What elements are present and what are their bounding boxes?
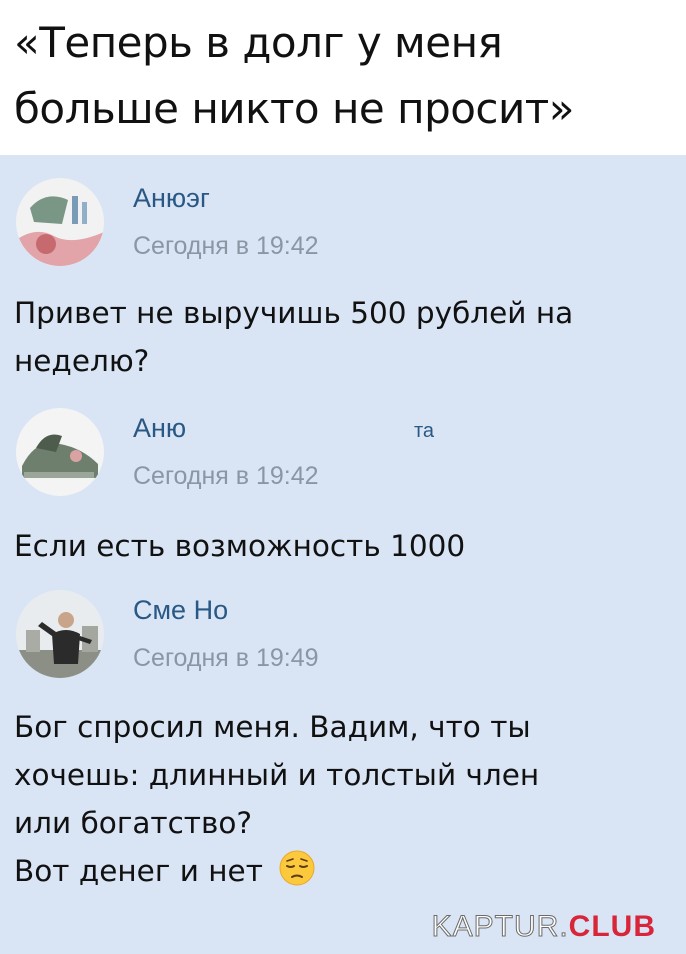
author-name[interactable]: Анюэг xyxy=(133,183,210,214)
caption-header: «Теперь в долг у меня больше никто не пр… xyxy=(0,0,686,155)
watermark-main: KAPTUR. xyxy=(431,910,569,944)
message-item: Аню та Сегодня в 19:42 Если есть возможн… xyxy=(0,400,686,578)
avatar[interactable] xyxy=(16,178,104,266)
message-text-line: Бог спросил меня. Вадим, что ты xyxy=(14,710,531,744)
avatar-photo-icon xyxy=(16,590,104,678)
watermark-logo: KAPTUR.CLUB xyxy=(431,910,656,944)
message-text: Если есть возможность 1000 xyxy=(14,522,664,570)
message-time: Сегодня в 19:42 xyxy=(133,462,319,490)
author-name[interactable]: Сме Но xyxy=(133,595,228,626)
message-time: Сегодня в 19:49 xyxy=(133,644,319,672)
message-text-line: Если есть возможность 1000 xyxy=(14,529,466,563)
avatar[interactable] xyxy=(16,408,104,496)
avatar-photo-icon xyxy=(16,408,104,496)
message-time: Сегодня в 19:42 xyxy=(133,232,319,260)
message-text-line: Привет не выручишь 500 рублей на xyxy=(14,296,574,330)
avatar-photo-icon xyxy=(16,178,104,266)
message-text-line: или богатство? xyxy=(14,806,253,840)
caption-title: «Теперь в долг у меня больше никто не пр… xyxy=(14,18,574,133)
pensive-face-icon xyxy=(278,849,316,901)
chat-area: Анюэг Сегодня в 19:42 Привет не выручишь… xyxy=(0,155,686,954)
message-text-line: неделю? xyxy=(14,344,150,378)
watermark-accent: CLUB xyxy=(568,910,656,943)
message-text-line-last: Вот денег и нет xyxy=(14,847,664,901)
message-text: Бог спросил меня. Вадим, что ты хочешь: … xyxy=(14,703,664,901)
message-text-line: хочешь: длинный и толстый член xyxy=(14,758,540,792)
message-text-line: Вот денег и нет xyxy=(14,854,263,888)
message-item: Сме Но Сегодня в 19:49 Бог спросил меня.… xyxy=(0,578,686,954)
author-name[interactable]: Аню xyxy=(133,413,186,444)
author-name-suffix: та xyxy=(414,420,435,442)
message-text: Привет не выручишь 500 рублей на неделю? xyxy=(14,289,664,385)
avatar[interactable] xyxy=(16,590,104,678)
message-item: Анюэг Сегодня в 19:42 Привет не выручишь… xyxy=(0,155,686,400)
